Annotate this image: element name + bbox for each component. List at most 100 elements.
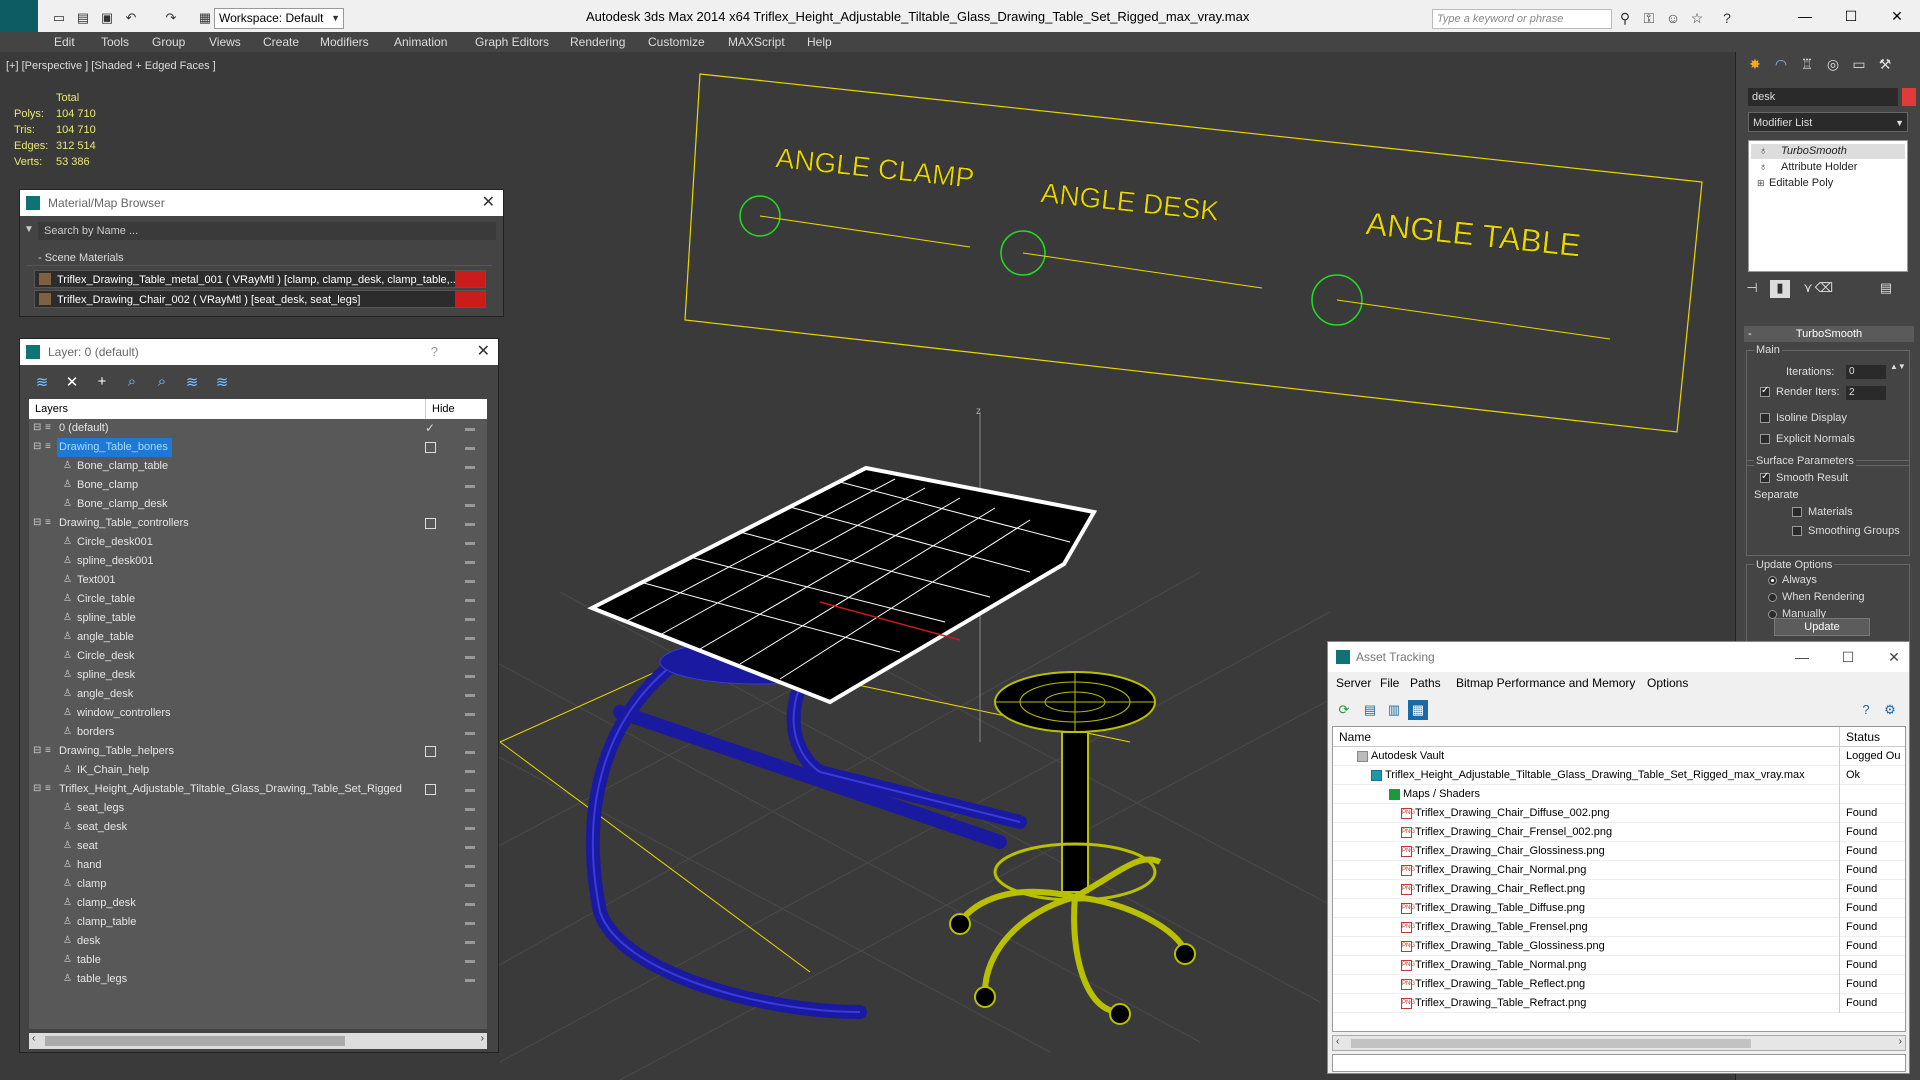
object-row[interactable]: ♙ angle_table ▬ <box>29 628 487 647</box>
hide-toggle-icon[interactable]: ▬ <box>465 780 475 799</box>
hide-toggle-icon[interactable]: ▬ <box>465 590 475 609</box>
menu-file[interactable]: File <box>1380 676 1399 690</box>
create-tab-icon[interactable]: ✸ <box>1744 56 1766 76</box>
expand-icon[interactable]: ⊞ <box>1757 176 1765 191</box>
help-icon[interactable]: ? <box>431 339 438 365</box>
asset-horizontal-scrollbar[interactable]: ‹ › <box>1332 1035 1906 1051</box>
asset-row[interactable]: PNG Triflex_Drawing_Table_Reflect.png Foun… <box>1333 975 1905 994</box>
object-row[interactable]: ♙ Bone_clamp ▬ <box>29 476 487 495</box>
object-row[interactable]: ♙ Circle_desk ▬ <box>29 647 487 666</box>
asset-row[interactable]: PNG Triflex_Drawing_Chair_Reflect.png Foun… <box>1333 880 1905 899</box>
iterations-spinner[interactable]: 0 <box>1846 365 1886 379</box>
hide-all-icon[interactable]: ≋ <box>182 373 202 393</box>
turbosmooth-rollout-title[interactable]: - TurboSmooth <box>1744 326 1914 342</box>
delete-layer-icon[interactable]: ✕ <box>62 373 82 393</box>
hide-toggle-icon[interactable]: ▬ <box>465 742 475 761</box>
hide-toggle-icon[interactable]: ▬ <box>465 647 475 666</box>
material-search-input[interactable]: Search by Name ... <box>38 222 496 240</box>
object-row[interactable]: ♙ seat ▬ <box>29 837 487 856</box>
hide-toggle-icon[interactable]: ▬ <box>465 951 475 970</box>
hide-toggle-icon[interactable]: ▬ <box>465 894 475 913</box>
menu-modifiers[interactable]: Modifiers <box>320 35 369 49</box>
object-row[interactable]: ♙ Text001 ▬ <box>29 571 487 590</box>
object-row[interactable]: ♙ spline_desk001 ▬ <box>29 552 487 571</box>
asset-row[interactable]: PNG Triflex_Drawing_Chair_Normal.png Found <box>1333 861 1905 880</box>
expand-collapse-icon[interactable]: ⊟ <box>33 784 43 794</box>
maximize-button[interactable]: ☐ <box>1828 4 1874 28</box>
menu-animation[interactable]: Animation <box>394 35 447 49</box>
layer-row[interactable]: ⊟ ≡ 0 (default) ✓ ▬ <box>29 419 487 438</box>
object-row[interactable]: ♙ table_legs ▬ <box>29 970 487 989</box>
close-icon[interactable]: ✕ <box>482 190 495 216</box>
select-objects-icon[interactable]: ⌕ <box>122 373 142 393</box>
render-iters-spinner[interactable]: 2 <box>1846 386 1886 400</box>
highlight-layer-icon[interactable]: ⌕ <box>152 373 172 393</box>
modify-tab-icon[interactable]: ◠ <box>1770 56 1792 76</box>
explicit-normals-checkbox[interactable] <box>1760 434 1770 444</box>
hide-toggle-icon[interactable]: ▬ <box>465 666 475 685</box>
hide-toggle-icon[interactable]: ▬ <box>465 438 475 457</box>
hide-toggle-icon[interactable]: ▬ <box>465 913 475 932</box>
modifier-list-dropdown[interactable]: Modifier List ▼ <box>1748 112 1908 132</box>
hide-toggle-icon[interactable]: ▬ <box>465 799 475 818</box>
workspace-select[interactable]: Workspace: Default ▼ <box>214 8 344 29</box>
hide-toggle-icon[interactable]: ▬ <box>465 818 475 837</box>
layer-row[interactable]: ⊟ ≡ Triflex_Height_Adjustable_Tiltable_Gla… <box>29 780 487 799</box>
undo-icon[interactable]: ↶ <box>120 8 142 28</box>
menu-edit[interactable]: Edit <box>54 35 75 49</box>
minimize-button[interactable]: — <box>1782 4 1828 28</box>
show-end-result-icon[interactable]: ▮ <box>1770 280 1790 298</box>
menu-paths[interactable]: Paths <box>1410 676 1441 690</box>
scroll-right-icon[interactable]: › <box>1899 1036 1902 1047</box>
scrollbar-thumb[interactable] <box>1351 1039 1751 1048</box>
stack-item-editable-poly[interactable]: ⊞ Editable Poly <box>1751 176 1905 191</box>
update-button[interactable]: Update <box>1774 618 1870 636</box>
create-layer-icon[interactable]: ≋ <box>32 373 52 393</box>
object-row[interactable]: ♙ spline_table ▬ <box>29 609 487 628</box>
smooth-result-checkbox[interactable] <box>1760 471 1770 483</box>
close-button[interactable]: ✕ <box>1874 4 1920 28</box>
hide-toggle-icon[interactable]: ▬ <box>465 609 475 628</box>
key-icon[interactable]: ⚿ <box>1640 9 1658 27</box>
asset-row[interactable]: Triflex_Height_Adjustable_Tiltable_Glass… <box>1333 766 1905 785</box>
asset-row[interactable]: PNG Triflex_Drawing_Table_Glossiness.png F… <box>1333 937 1905 956</box>
asset-row[interactable]: PNG Triflex_Drawing_Chair_Glossiness.png F… <box>1333 842 1905 861</box>
material-row[interactable]: Triflex_Drawing_Table_metal_001 ( VRayMt… <box>34 270 486 288</box>
menu-bitmap-performance[interactable]: Bitmap Performance and Memory <box>1456 676 1635 690</box>
binoculars-icon[interactable]: ⚲ <box>1616 9 1634 27</box>
utilities-tab-icon[interactable]: ⚒ <box>1874 56 1896 76</box>
object-row[interactable]: ♙ angle_desk ▬ <box>29 685 487 704</box>
hide-checkbox[interactable] <box>425 784 436 795</box>
object-row[interactable]: ♙ Circle_desk001 ▬ <box>29 533 487 552</box>
current-layer-check-icon[interactable]: ✓ <box>425 419 435 438</box>
hierarchy-tab-icon[interactable]: ♖ <box>1796 56 1818 76</box>
object-row[interactable]: ♙ hand ▬ <box>29 856 487 875</box>
hide-toggle-icon[interactable]: ▬ <box>465 704 475 723</box>
hide-toggle-icon[interactable]: ▬ <box>465 970 475 989</box>
asset-row[interactable]: PNG Triflex_Drawing_Table_Normal.png Found <box>1333 956 1905 975</box>
hide-toggle-icon[interactable]: ▬ <box>465 723 475 742</box>
when-rendering-radio[interactable] <box>1768 593 1777 602</box>
object-row[interactable]: ♙ clamp_table ▬ <box>29 913 487 932</box>
layer-panel-title-bar[interactable]: Layer: 0 (default) ? ✕ <box>20 339 498 365</box>
stack-item-attribute-holder[interactable]: ♁ Attribute Holder <box>1751 160 1905 175</box>
name-column-header[interactable]: Name <box>1333 730 1371 744</box>
hide-checkbox[interactable] <box>425 442 436 453</box>
search-input[interactable]: Type a keyword or phrase <box>1432 9 1612 29</box>
project-folder-icon[interactable]: ▦ <box>194 8 216 28</box>
add-to-layer-icon[interactable]: + <box>92 373 112 393</box>
object-row[interactable]: ♙ spline_desk ▬ <box>29 666 487 685</box>
refresh-icon[interactable]: ⟳ <box>1334 700 1354 720</box>
remove-modifier-icon[interactable]: ⌫ <box>1814 280 1834 298</box>
expand-collapse-icon[interactable]: ⊟ <box>33 518 43 528</box>
settings-icon[interactable]: ⚙ <box>1880 700 1900 720</box>
menu-server[interactable]: Server <box>1336 676 1371 690</box>
asset-row[interactable]: PNG Triflex_Drawing_Table_Diffuse.png Foun… <box>1333 899 1905 918</box>
hide-toggle-icon[interactable]: ▬ <box>465 628 475 647</box>
maximize-button[interactable]: ☐ <box>1833 642 1863 672</box>
configure-sets-icon[interactable]: ▤ <box>1876 280 1896 298</box>
asset-row[interactable]: PNG Triflex_Drawing_Table_Frensel.png Foun… <box>1333 918 1905 937</box>
menu-rendering[interactable]: Rendering <box>570 35 625 49</box>
hide-toggle-icon[interactable]: ▬ <box>465 419 475 438</box>
layer-row[interactable]: ⊟ ≡ Drawing_Table_bones ▬ <box>29 438 487 457</box>
